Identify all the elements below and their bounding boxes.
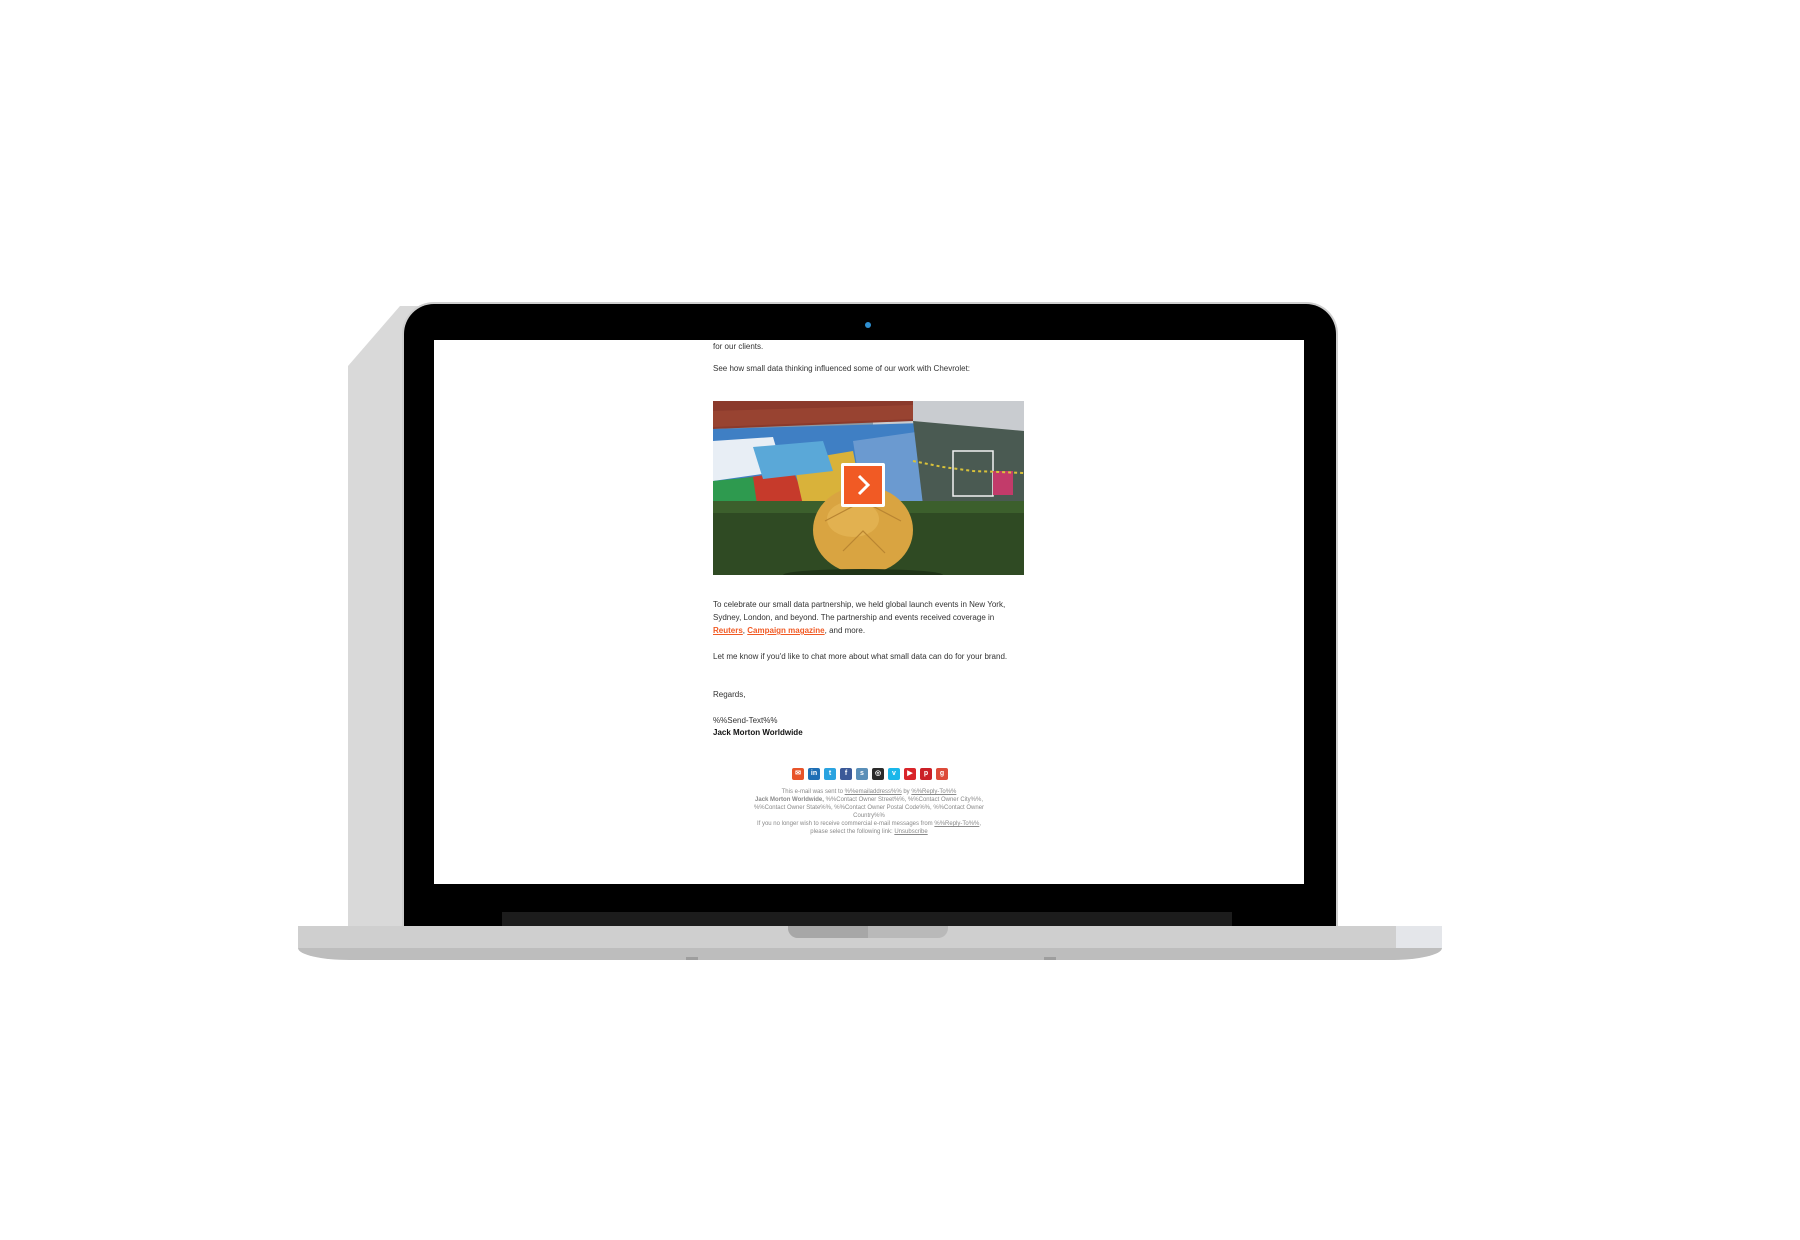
laptop-bezel: for our clients. See how small data thin… — [404, 304, 1336, 930]
pinterest-icon[interactable]: p — [920, 768, 932, 780]
youtube-icon[interactable]: ▶ — [904, 768, 916, 780]
campaign-magazine-link[interactable]: Campaign magazine — [747, 626, 824, 635]
laptop-base-highlight — [1396, 926, 1442, 948]
social-icons-row: ✉ in t f s ◎ v ▶ p g — [792, 768, 948, 780]
laptop-screen: for our clients. See how small data thin… — [434, 340, 1304, 884]
laptop-foot-right — [1044, 957, 1056, 960]
webcam-icon — [865, 322, 871, 328]
see-how-text: See how small data thinking influenced s… — [713, 364, 971, 373]
vimeo-icon[interactable]: v — [888, 768, 900, 780]
intro-tail-text: for our clients. — [713, 342, 764, 351]
footer-sent-prefix: This e-mail was sent to — [781, 789, 843, 795]
play-button[interactable] — [841, 463, 885, 507]
laptop-base-bottom — [298, 948, 1442, 960]
and-more-text: , and more. — [824, 626, 866, 635]
twitter-icon[interactable]: t — [824, 768, 836, 780]
instagram-icon[interactable]: ◎ — [872, 768, 884, 780]
trackpad-notch-shade — [788, 926, 868, 938]
celebrate-paragraph: To celebrate our small data partnership,… — [713, 598, 1025, 637]
footer-unsub-from-link[interactable]: %%Reply-To%% — [934, 821, 979, 827]
slideshare-icon[interactable]: s — [856, 768, 868, 780]
footer-unsub-prefix: If you no longer wish to receive commerc… — [756, 821, 933, 827]
footer-company: Jack Morton Worldwide, — [755, 797, 824, 803]
company-signature: Jack Morton Worldwide — [713, 728, 803, 737]
unsubscribe-link[interactable]: Unsubscribe — [894, 829, 927, 835]
let-me-know-text: Let me know if you'd like to chat more a… — [713, 652, 1008, 661]
googleplus-icon[interactable]: g — [936, 768, 948, 780]
footer-email-link[interactable]: %%emailaddress%% — [845, 789, 902, 795]
footer-by: by — [903, 789, 910, 795]
comma-text: , — [742, 626, 746, 635]
reuters-link[interactable]: Reuters — [713, 626, 743, 635]
facebook-icon[interactable]: f — [840, 768, 852, 780]
regards-text: Regards, — [713, 690, 746, 699]
play-button-fill — [844, 466, 882, 504]
email-footer: This e-mail was sent to %%emailaddress%%… — [753, 788, 985, 836]
email-icon[interactable]: ✉ — [792, 768, 804, 780]
laptop-foot-left — [686, 957, 698, 960]
video-thumbnail[interactable] — [713, 401, 1024, 575]
linkedin-icon[interactable]: in — [808, 768, 820, 780]
trackpad-notch — [788, 926, 948, 938]
footer-reply-to-link[interactable]: %%Reply-To%% — [911, 789, 956, 795]
chevron-right-icon — [857, 474, 871, 496]
celebrate-text: To celebrate our small data partnership,… — [713, 600, 1006, 622]
laptop-base — [298, 926, 1442, 948]
